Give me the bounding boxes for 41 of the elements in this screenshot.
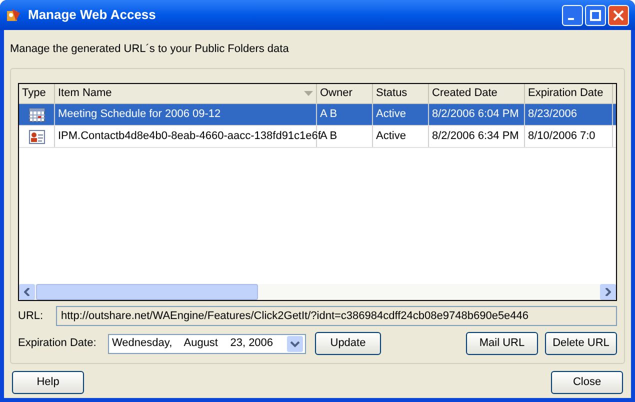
delete-url-button[interactable]: Delete URL (545, 332, 617, 355)
column-header[interactable]: Created Date (429, 84, 525, 103)
url-label: URL: (18, 308, 44, 324)
column-header[interactable]: Owner (317, 84, 373, 103)
minimize-button[interactable] (562, 4, 583, 26)
mail-url-button[interactable]: Mail URL (466, 332, 538, 355)
table-cell: 8/10/2006 7:0 (525, 126, 613, 147)
column-header[interactable]: Type (19, 84, 55, 103)
maximize-icon (590, 10, 601, 20)
description-text: Manage the generated URL´s to your Public Folders data (10, 42, 290, 56)
column-header[interactable]: Item Name (55, 84, 317, 103)
date-picker[interactable]: Wednesday, August 23, 2006 (108, 334, 306, 354)
close-button[interactable]: Close (551, 371, 623, 394)
help-button[interactable]: Help (12, 371, 84, 394)
url-field[interactable]: http://outshare.net/WAEngine/Features/Click2GetIt/?idnt=c386984cdff24cb08e9748b690e5e446 (56, 306, 617, 326)
table-cell: A B (317, 104, 373, 125)
sort-arrow-icon (304, 91, 313, 96)
table-row[interactable]: Meeting Schedule for 2006 09-12 A B Active 8/2/2006 6:04 PM 8/23/2006 (19, 104, 616, 126)
table-cell: 8/2/2006 6:04 PM (429, 104, 525, 125)
maximize-button[interactable] (585, 4, 606, 26)
close-button[interactable] (608, 4, 629, 26)
table-cell: Active (373, 104, 429, 125)
close-icon (613, 10, 624, 20)
scroll-thumb[interactable] (36, 284, 258, 300)
column-header[interactable]: Expiration Date (525, 84, 613, 103)
update-button[interactable]: Update (315, 332, 381, 355)
table-cell: Meeting Schedule for 2006 09-12 (55, 104, 317, 125)
table-cell: 8/23/2006 (525, 104, 613, 125)
contact-card-icon (28, 130, 44, 144)
expiration-date-label: Expiration Date: (18, 336, 98, 352)
table-cell: 8/2/2006 6:34 PM (429, 126, 525, 147)
minimize-icon (568, 18, 574, 20)
scroll-right-button[interactable] (600, 284, 616, 300)
app-icon (6, 7, 22, 23)
column-header[interactable]: Status (373, 84, 429, 103)
horizontal-scrollbar[interactable] (19, 284, 616, 300)
window-title: Manage Web Access (28, 6, 156, 24)
table-cell: Active (373, 126, 429, 147)
calendar-icon (28, 108, 44, 122)
table-row[interactable]: IPM.Contactb4d8e4b0-8eab-4660-aacc-138fd91c1e6fA B Active 8/2/2006 6:34 PM 8/10/2006 7:0 (19, 126, 616, 148)
scroll-left-button[interactable] (19, 284, 35, 300)
